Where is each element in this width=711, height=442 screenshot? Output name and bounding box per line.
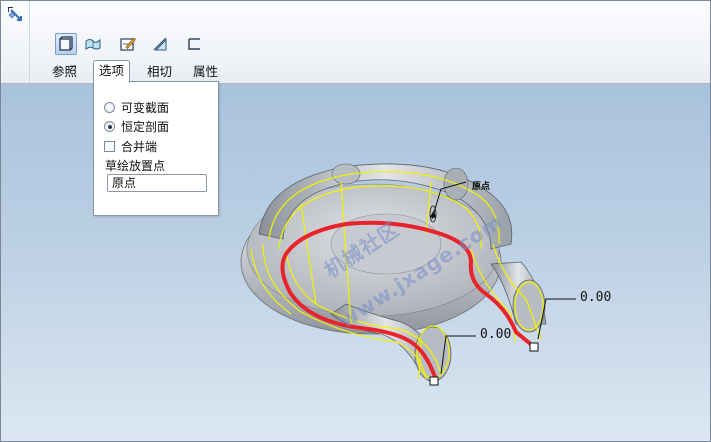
- sweep-feature-icon: [8, 7, 22, 21]
- placement-point-field[interactable]: 原点: [107, 174, 207, 192]
- reference-tool-button[interactable]: [55, 33, 77, 55]
- bracket-icon: [188, 38, 200, 50]
- radio-button-selected[interactable]: [104, 121, 115, 132]
- sweep-dashboard: 参照 选项 相切 属性: [1, 1, 710, 84]
- trajectory-end-marker-2[interactable]: [529, 342, 539, 352]
- surface-icon: [85, 38, 101, 50]
- application-window: 参照 选项 相切 属性 原点 0.00 0.00 机械社区 www.jxage.…: [0, 0, 711, 442]
- tangent-tool-button[interactable]: [149, 33, 171, 55]
- solid-icon: [59, 36, 73, 51]
- tangent-icon: [153, 37, 167, 51]
- dimension-value-1[interactable]: 0.00: [480, 327, 511, 342]
- tab-options[interactable]: 选项: [93, 60, 131, 83]
- feature-icon-strip: [1, 1, 30, 83]
- tab-properties[interactable]: 属性: [188, 62, 223, 81]
- tab-tangency[interactable]: 相切: [142, 62, 177, 81]
- sketch-icon: [120, 37, 136, 51]
- property-tool-button[interactable]: [183, 33, 205, 55]
- tab-references[interactable]: 参照: [47, 62, 82, 81]
- placement-point-label: 草绘放置点: [105, 159, 166, 173]
- checkbox[interactable]: [104, 141, 115, 152]
- radio-variable-label: 可变截面: [121, 101, 170, 115]
- dimension-value-2[interactable]: 0.00: [580, 290, 611, 305]
- options-panel: 可变截面 恒定剖面 合并端 草绘放置点 原点: [93, 81, 219, 216]
- sketch-tool-button[interactable]: [117, 33, 139, 55]
- surface-tool-button[interactable]: [82, 33, 104, 55]
- trajectory-end-marker-1[interactable]: [429, 376, 439, 386]
- merge-ends-label: 合并端: [121, 140, 158, 154]
- radio-constant-label: 恒定剖面: [121, 120, 170, 134]
- radio-button[interactable]: [104, 102, 115, 113]
- origin-label: 原点: [472, 182, 491, 192]
